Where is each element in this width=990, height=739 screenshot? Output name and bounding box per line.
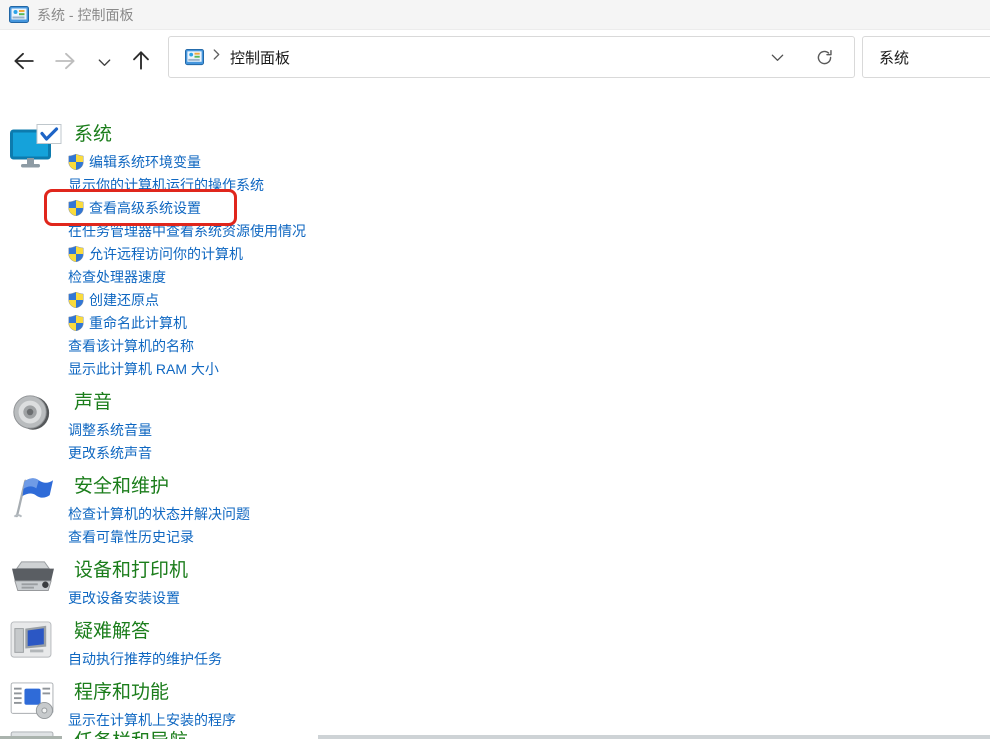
navigation-toolbar: 控制面板 (0, 30, 990, 94)
task-link-row: 查看该计算机的名称 (68, 334, 990, 357)
task-link-row: 显示在计算机上安装的程序 (68, 708, 990, 731)
horizontal-scrollbar[interactable] (318, 735, 990, 739)
task-link[interactable]: 查看该计算机的名称 (68, 336, 194, 356)
security-maintenance-icon (8, 476, 68, 548)
task-link[interactable]: 查看高级系统设置 (89, 198, 201, 218)
task-link-row: 检查计算机的状态并解决问题 (68, 502, 990, 525)
category-title-link[interactable]: 安全和维护 (74, 476, 169, 497)
refresh-button[interactable] (815, 48, 834, 67)
troubleshooting-icon (8, 621, 68, 670)
task-link-row: 更改系统声音 (68, 441, 990, 464)
task-link-row: 更改设备安装设置 (68, 586, 990, 609)
recent-locations-button[interactable] (92, 51, 116, 73)
category-body: 安全和维护检查计算机的状态并解决问题 查看可靠性历史记录 (68, 476, 990, 548)
forward-icon (55, 52, 75, 70)
back-button[interactable] (8, 46, 38, 76)
task-link-row: 调整系统音量 (68, 418, 990, 441)
category-section: 系统编辑系统环境变量显示你的计算机运行的操作系统查看高级系统设置在任务管理器中查… (8, 124, 990, 380)
task-link[interactable]: 自动执行推荐的维护任务 (68, 649, 222, 669)
address-dropdown-chevron-icon (771, 54, 784, 61)
devices-printers-icon (8, 560, 68, 609)
address-bar[interactable]: 控制面板 (168, 36, 855, 78)
uac-shield-icon (68, 153, 84, 170)
uac-shield-icon (68, 199, 84, 216)
category-title-link[interactable]: 疑难解答 (74, 621, 150, 642)
programs-features-icon (8, 682, 68, 731)
task-link[interactable]: 编辑系统环境变量 (89, 152, 201, 172)
search-results-list: 系统编辑系统环境变量显示你的计算机运行的操作系统查看高级系统设置在任务管理器中查… (0, 94, 990, 739)
back-icon (14, 52, 34, 70)
up-icon (133, 51, 149, 70)
category-section: 安全和维护检查计算机的状态并解决问题 查看可靠性历史记录 (8, 476, 990, 548)
up-button[interactable] (126, 46, 156, 76)
category-title-link[interactable]: 任务栏和导航 (74, 731, 188, 739)
task-link[interactable]: 更改系统声音 (68, 443, 152, 463)
address-dropdown-button[interactable] (770, 50, 785, 65)
category-title-link[interactable]: 设备和打印机 (74, 560, 188, 581)
task-link[interactable]: 检查处理器速度 (68, 267, 166, 287)
task-link[interactable]: 创建还原点 (89, 290, 159, 310)
control-panel-icon[interactable] (185, 48, 204, 67)
uac-shield-icon (68, 314, 84, 331)
search-input[interactable] (862, 36, 990, 78)
breadcrumb-control-panel[interactable]: 控制面板 (230, 47, 290, 68)
task-link-row: 查看高级系统设置 (44, 189, 990, 226)
category-title-link[interactable]: 程序和功能 (74, 682, 169, 703)
category-section: 疑难解答自动执行推荐的维护任务 (8, 621, 990, 670)
task-link[interactable]: 调整系统音量 (68, 420, 152, 440)
task-link[interactable]: 显示你的计算机运行的操作系统 (68, 175, 264, 195)
task-link-row: 允许远程访问你的计算机 (68, 242, 990, 265)
category-title-link[interactable]: 系统 (74, 124, 112, 145)
refresh-icon (817, 49, 832, 64)
title-bar: 系统 - 控制面板 (0, 0, 990, 30)
uac-shield-icon (68, 245, 84, 262)
task-link-row: 编辑系统环境变量 (68, 150, 990, 173)
task-link[interactable]: 重命名此计算机 (89, 313, 187, 333)
task-link[interactable]: 查看可靠性历史记录 (68, 527, 194, 547)
category-section: 声音调整系统音量 更改系统声音 (8, 392, 990, 464)
recent-locations-chevron-icon (98, 58, 110, 66)
task-link-row: 重命名此计算机 (68, 311, 990, 334)
task-link-row: 显示此计算机 RAM 大小 (68, 357, 990, 380)
task-link-row: 创建还原点 (68, 288, 990, 311)
window-title: 系统 - 控制面板 (37, 6, 134, 23)
task-link[interactable]: 允许远程访问你的计算机 (89, 244, 243, 264)
task-link[interactable]: 显示在计算机上安装的程序 (68, 710, 236, 730)
uac-shield-icon (68, 291, 84, 308)
task-link-row: 显示你的计算机运行的操作系统 (68, 173, 990, 196)
task-link-row: 自动执行推荐的维护任务 (68, 647, 990, 670)
forward-button[interactable] (51, 46, 81, 76)
task-link-row: 在任务管理器中查看系统资源使用情况 (68, 219, 990, 242)
category-title-link[interactable]: 声音 (74, 392, 112, 413)
category-section: 设备和打印机更改设备安装设置 (8, 560, 990, 609)
task-link[interactable]: 显示此计算机 RAM 大小 (68, 359, 219, 379)
category-body: 系统编辑系统环境变量显示你的计算机运行的操作系统查看高级系统设置在任务管理器中查… (44, 124, 990, 380)
system-icon (8, 124, 68, 380)
breadcrumb-chevron-icon[interactable] (212, 48, 221, 66)
task-link[interactable]: 在任务管理器中查看系统资源使用情况 (68, 221, 306, 241)
control-panel-icon (9, 5, 29, 25)
category-section: 程序和功能显示在计算机上安装的程序 (8, 682, 990, 731)
sound-icon (8, 392, 68, 464)
category-body: 声音调整系统音量 更改系统声音 (68, 392, 990, 464)
category-body: 疑难解答自动执行推荐的维护任务 (68, 621, 990, 670)
task-link[interactable]: 检查计算机的状态并解决问题 (68, 504, 250, 524)
task-link-row: 查看可靠性历史记录 (68, 525, 990, 548)
category-body: 设备和打印机更改设备安装设置 (68, 560, 990, 609)
category-body: 程序和功能显示在计算机上安装的程序 (68, 682, 990, 731)
task-link[interactable]: 更改设备安装设置 (68, 588, 180, 608)
task-link-row: 检查处理器速度 (68, 265, 990, 288)
